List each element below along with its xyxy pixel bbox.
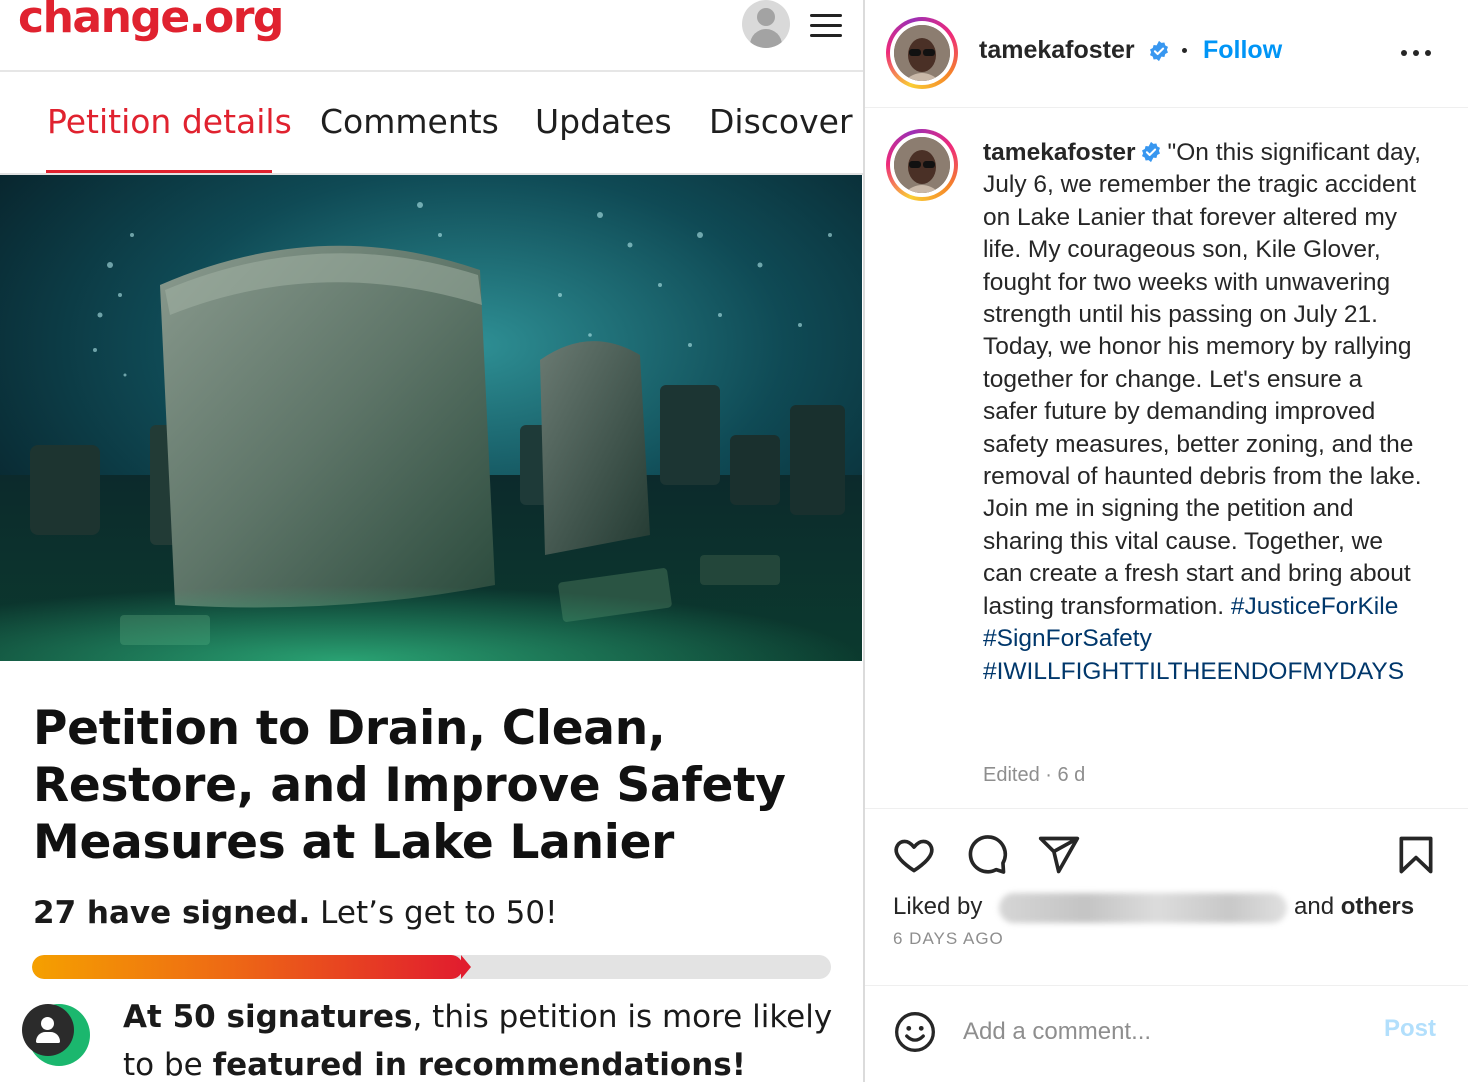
signed-count: 27 have signed.	[33, 895, 311, 931]
petition-title: Petition to Drain, Clean, Restore, and I…	[33, 701, 786, 870]
emoji-icon[interactable]	[893, 1010, 937, 1054]
recommendation-note: At 50 signatures, this petition is more …	[123, 993, 843, 1082]
liked-by-others[interactable]: and others	[1294, 893, 1414, 921]
caption-divider	[865, 808, 1468, 809]
instagram-post-panel: tamekafoster Follow tamekafoster "On this…	[865, 0, 1468, 1082]
hamburger-menu-icon[interactable]	[808, 12, 844, 40]
caption-username[interactable]: tamekafoster	[983, 139, 1136, 166]
follow-button[interactable]: Follow	[1203, 36, 1282, 65]
post-timestamp: 6 DAYS AGO	[893, 929, 1004, 948]
person-icon	[22, 1004, 74, 1056]
signature-progress-bar	[32, 955, 831, 979]
story-ring-avatar[interactable]	[886, 17, 958, 89]
petition-tabs: Petition details Comments Updates Discov…	[0, 72, 863, 175]
change-org-page: change.org Petition details Comments Upd…	[0, 0, 863, 1082]
post-caption: tamekafoster "On this significant day, Ju…	[983, 137, 1423, 688]
hashtag-justice-for-kile[interactable]: #JusticeForKile	[1231, 593, 1398, 620]
rec-bold-1: At 50 signatures	[123, 999, 413, 1035]
hashtag-sign-for-safety[interactable]: #SignForSafety	[983, 625, 1152, 652]
verified-badge-icon	[1150, 40, 1168, 62]
hashtag-i-will-fight[interactable]: #IWILLFIGHTTILTHEENDOFMYDAYS	[983, 658, 1404, 685]
liked-by-prefix: Liked by	[893, 893, 983, 920]
liked-by-others-link[interactable]: others	[1341, 893, 1414, 920]
header-divider	[865, 107, 1468, 108]
avatar	[894, 25, 950, 81]
verified-badge-icon	[1141, 141, 1160, 163]
heart-icon[interactable]	[892, 833, 936, 877]
comment-input[interactable]	[963, 1012, 1363, 1052]
tab-updates[interactable]: Updates	[535, 102, 672, 141]
actions-divider	[865, 985, 1468, 986]
post-comment-button[interactable]: Post	[1384, 1015, 1436, 1043]
bookmark-icon[interactable]	[1394, 833, 1438, 877]
signature-count: 27 have signed. Let’s get to 50!	[33, 895, 558, 931]
rec-bold-2: featured in recommendations!	[212, 1047, 746, 1082]
caption-text: "On this significant day, July 6, we rem…	[983, 139, 1422, 620]
share-icon[interactable]	[1037, 833, 1081, 877]
post-username[interactable]: tamekafoster	[979, 36, 1135, 65]
separator-dot	[1182, 48, 1187, 53]
edited-timestamp: Edited · 6 d	[983, 764, 1086, 786]
signature-progress-fill	[32, 955, 471, 979]
signature-goal: Let’s get to 50!	[320, 895, 558, 931]
user-avatar-icon[interactable]	[742, 0, 790, 48]
petition-hero-image	[0, 175, 862, 661]
more-options-icon[interactable]	[1401, 50, 1431, 56]
tab-petition-details[interactable]: Petition details	[47, 102, 292, 141]
caption-avatar[interactable]	[886, 129, 958, 201]
liked-by-and: and	[1294, 893, 1335, 920]
blurred-username	[999, 893, 1287, 923]
comment-icon[interactable]	[965, 833, 1009, 877]
tab-discover[interactable]: Discover	[709, 102, 853, 141]
avatar	[894, 137, 950, 193]
tab-comments[interactable]: Comments	[320, 102, 499, 141]
change-org-logo[interactable]: change.org	[18, 0, 284, 43]
